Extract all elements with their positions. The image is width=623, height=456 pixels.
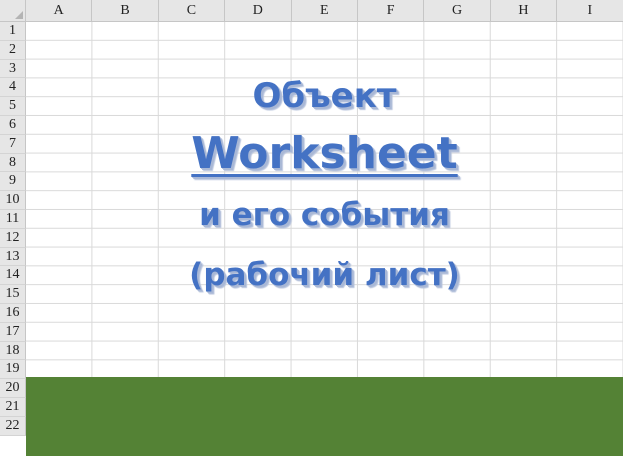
column-header-f[interactable]: F xyxy=(357,0,425,22)
row-header[interactable]: 17 xyxy=(0,322,26,342)
row-header[interactable]: 21 xyxy=(0,397,26,417)
column-header-bar: A B C D E F G H I xyxy=(26,0,623,22)
title-line-sheet: (рабочий лист) xyxy=(189,257,460,293)
column-header-a[interactable]: A xyxy=(26,0,93,22)
spreadsheet-sheet: Объект Worksheet и его события (рабочий … xyxy=(0,0,623,456)
row-header[interactable]: 14 xyxy=(0,266,26,286)
title-line-events: и его события xyxy=(199,197,450,233)
column-header-h[interactable]: H xyxy=(490,0,558,22)
column-header-e[interactable]: E xyxy=(291,0,358,22)
row-header[interactable]: 22 xyxy=(0,416,26,436)
row-header[interactable]: 5 xyxy=(0,97,26,116)
row-header[interactable]: 1 xyxy=(0,22,26,41)
column-header-b[interactable]: B xyxy=(92,0,159,22)
row-header[interactable]: 20 xyxy=(0,379,26,398)
row-header-bar: 1 2 3 4 5 6 7 8 9 10 11 12 13 14 15 16 1… xyxy=(0,22,26,436)
row-header[interactable]: 10 xyxy=(0,191,26,210)
column-header-i[interactable]: I xyxy=(557,0,623,22)
row-header[interactable]: 11 xyxy=(0,209,26,229)
worksheet-title-text: Объект Worksheet и его события (рабочий … xyxy=(26,70,623,306)
column-header-g[interactable]: G xyxy=(424,0,491,22)
title-line-object: Объект xyxy=(252,76,397,116)
row-header[interactable]: 18 xyxy=(0,341,26,361)
row-header[interactable]: 15 xyxy=(0,285,26,304)
title-line-worksheet: Worksheet xyxy=(191,128,458,179)
row-header[interactable]: 7 xyxy=(0,134,26,154)
column-header-c[interactable]: C xyxy=(158,0,226,22)
row-header[interactable]: 3 xyxy=(0,59,26,79)
select-all-button[interactable] xyxy=(0,0,26,22)
row-header[interactable]: 6 xyxy=(0,115,26,135)
row-header[interactable]: 9 xyxy=(0,172,26,192)
row-header[interactable]: 8 xyxy=(0,153,26,173)
row-header[interactable]: 19 xyxy=(0,360,26,380)
row-header[interactable]: 12 xyxy=(0,228,26,248)
select-all-triangle-icon xyxy=(15,11,23,19)
column-header-d[interactable]: D xyxy=(225,0,292,22)
filled-cell-range[interactable] xyxy=(26,377,623,456)
row-header[interactable]: 13 xyxy=(0,247,26,267)
row-header[interactable]: 2 xyxy=(0,40,26,60)
row-header[interactable]: 4 xyxy=(0,78,26,98)
row-header[interactable]: 16 xyxy=(0,303,26,323)
